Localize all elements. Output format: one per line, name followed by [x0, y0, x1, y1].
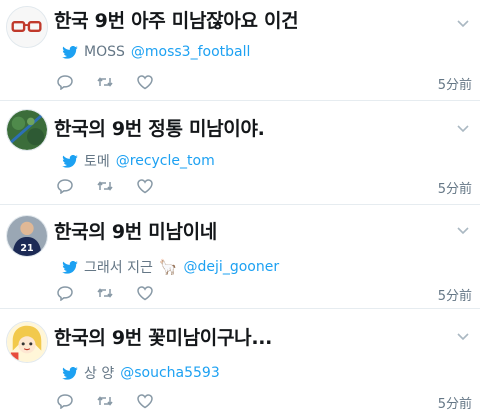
- twitter-bird-icon: [62, 45, 78, 59]
- source-handle[interactable]: @recycle_tom: [116, 153, 215, 169]
- timestamp[interactable]: 5分前: [438, 178, 472, 197]
- tweet-card[interactable]: 한국의 9번 꽃미남이구나... 상 양 @soucha5593 5分前: [0, 309, 480, 419]
- source-attribution: 상 양 @soucha5593: [62, 363, 220, 383]
- source-attribution: 그래서 지근 🦙 @deji_gooner: [62, 257, 279, 277]
- tweet-actions: [56, 178, 154, 194]
- source-attribution: MOSS @moss3_football: [62, 44, 250, 60]
- source-handle[interactable]: @soucha5593: [120, 365, 220, 381]
- reply-icon[interactable]: [56, 74, 74, 90]
- tweet-card[interactable]: 한국 9번 아주 미남잖아요 이건 MOSS @moss3_football 5…: [0, 0, 480, 100]
- avatar[interactable]: [6, 109, 48, 151]
- heart-icon[interactable]: [136, 178, 154, 194]
- twitter-bird-icon: [62, 366, 78, 380]
- tweet-actions: [56, 393, 154, 409]
- twitter-bird-icon: [62, 154, 78, 168]
- twitter-bird-icon: [62, 260, 78, 274]
- heart-icon[interactable]: [136, 74, 154, 90]
- tweet-actions: [56, 74, 154, 90]
- tweet-card[interactable]: 한국의 9번 정통 미남이야. 토메 @recycle_tom 5分前: [0, 101, 480, 204]
- tweet-text: 한국의 9번 정통 미남이야.: [54, 118, 265, 140]
- heart-icon[interactable]: [136, 393, 154, 409]
- tweet-text: 한국의 9번 미남이네: [54, 221, 217, 243]
- source-attribution: 토메 @recycle_tom: [62, 151, 215, 171]
- avatar[interactable]: [6, 6, 48, 48]
- llama-emoji: 🦙: [158, 258, 178, 276]
- heart-icon[interactable]: [136, 285, 154, 301]
- retweet-icon[interactable]: [96, 74, 114, 90]
- source-handle[interactable]: @deji_gooner: [184, 259, 280, 275]
- timestamp[interactable]: 5分前: [438, 74, 472, 93]
- retweet-icon[interactable]: [96, 393, 114, 409]
- retweet-icon[interactable]: [96, 285, 114, 301]
- chevron-down-icon[interactable]: [456, 14, 470, 28]
- source-name: 상 양: [84, 366, 115, 382]
- avatar[interactable]: [6, 321, 48, 363]
- source-handle[interactable]: @moss3_football: [131, 44, 251, 60]
- timestamp[interactable]: 5分前: [438, 285, 472, 304]
- tweet-actions: [56, 285, 154, 301]
- reply-icon[interactable]: [56, 285, 74, 301]
- tweet-text: 한국 9번 아주 미남잖아요 이건: [54, 10, 299, 32]
- avatar-jersey-number: 21: [20, 243, 33, 254]
- reply-icon[interactable]: [56, 178, 74, 194]
- reply-icon[interactable]: [56, 393, 74, 409]
- tweet-card[interactable]: 21 한국의 9번 미남이네 그래서 지근 🦙 @deji_gooner 5分前: [0, 205, 480, 308]
- chevron-down-icon[interactable]: [456, 327, 470, 341]
- avatar[interactable]: 21: [6, 215, 48, 257]
- timestamp[interactable]: 5分前: [438, 393, 472, 412]
- source-name: MOSS: [84, 44, 125, 60]
- source-name: 그래서 지근: [84, 260, 153, 276]
- chevron-down-icon[interactable]: [456, 119, 470, 133]
- retweet-icon[interactable]: [96, 178, 114, 194]
- tweet-text: 한국의 9번 꽃미남이구나...: [54, 327, 273, 349]
- source-name: 토메: [84, 154, 110, 170]
- chevron-down-icon[interactable]: [456, 221, 470, 235]
